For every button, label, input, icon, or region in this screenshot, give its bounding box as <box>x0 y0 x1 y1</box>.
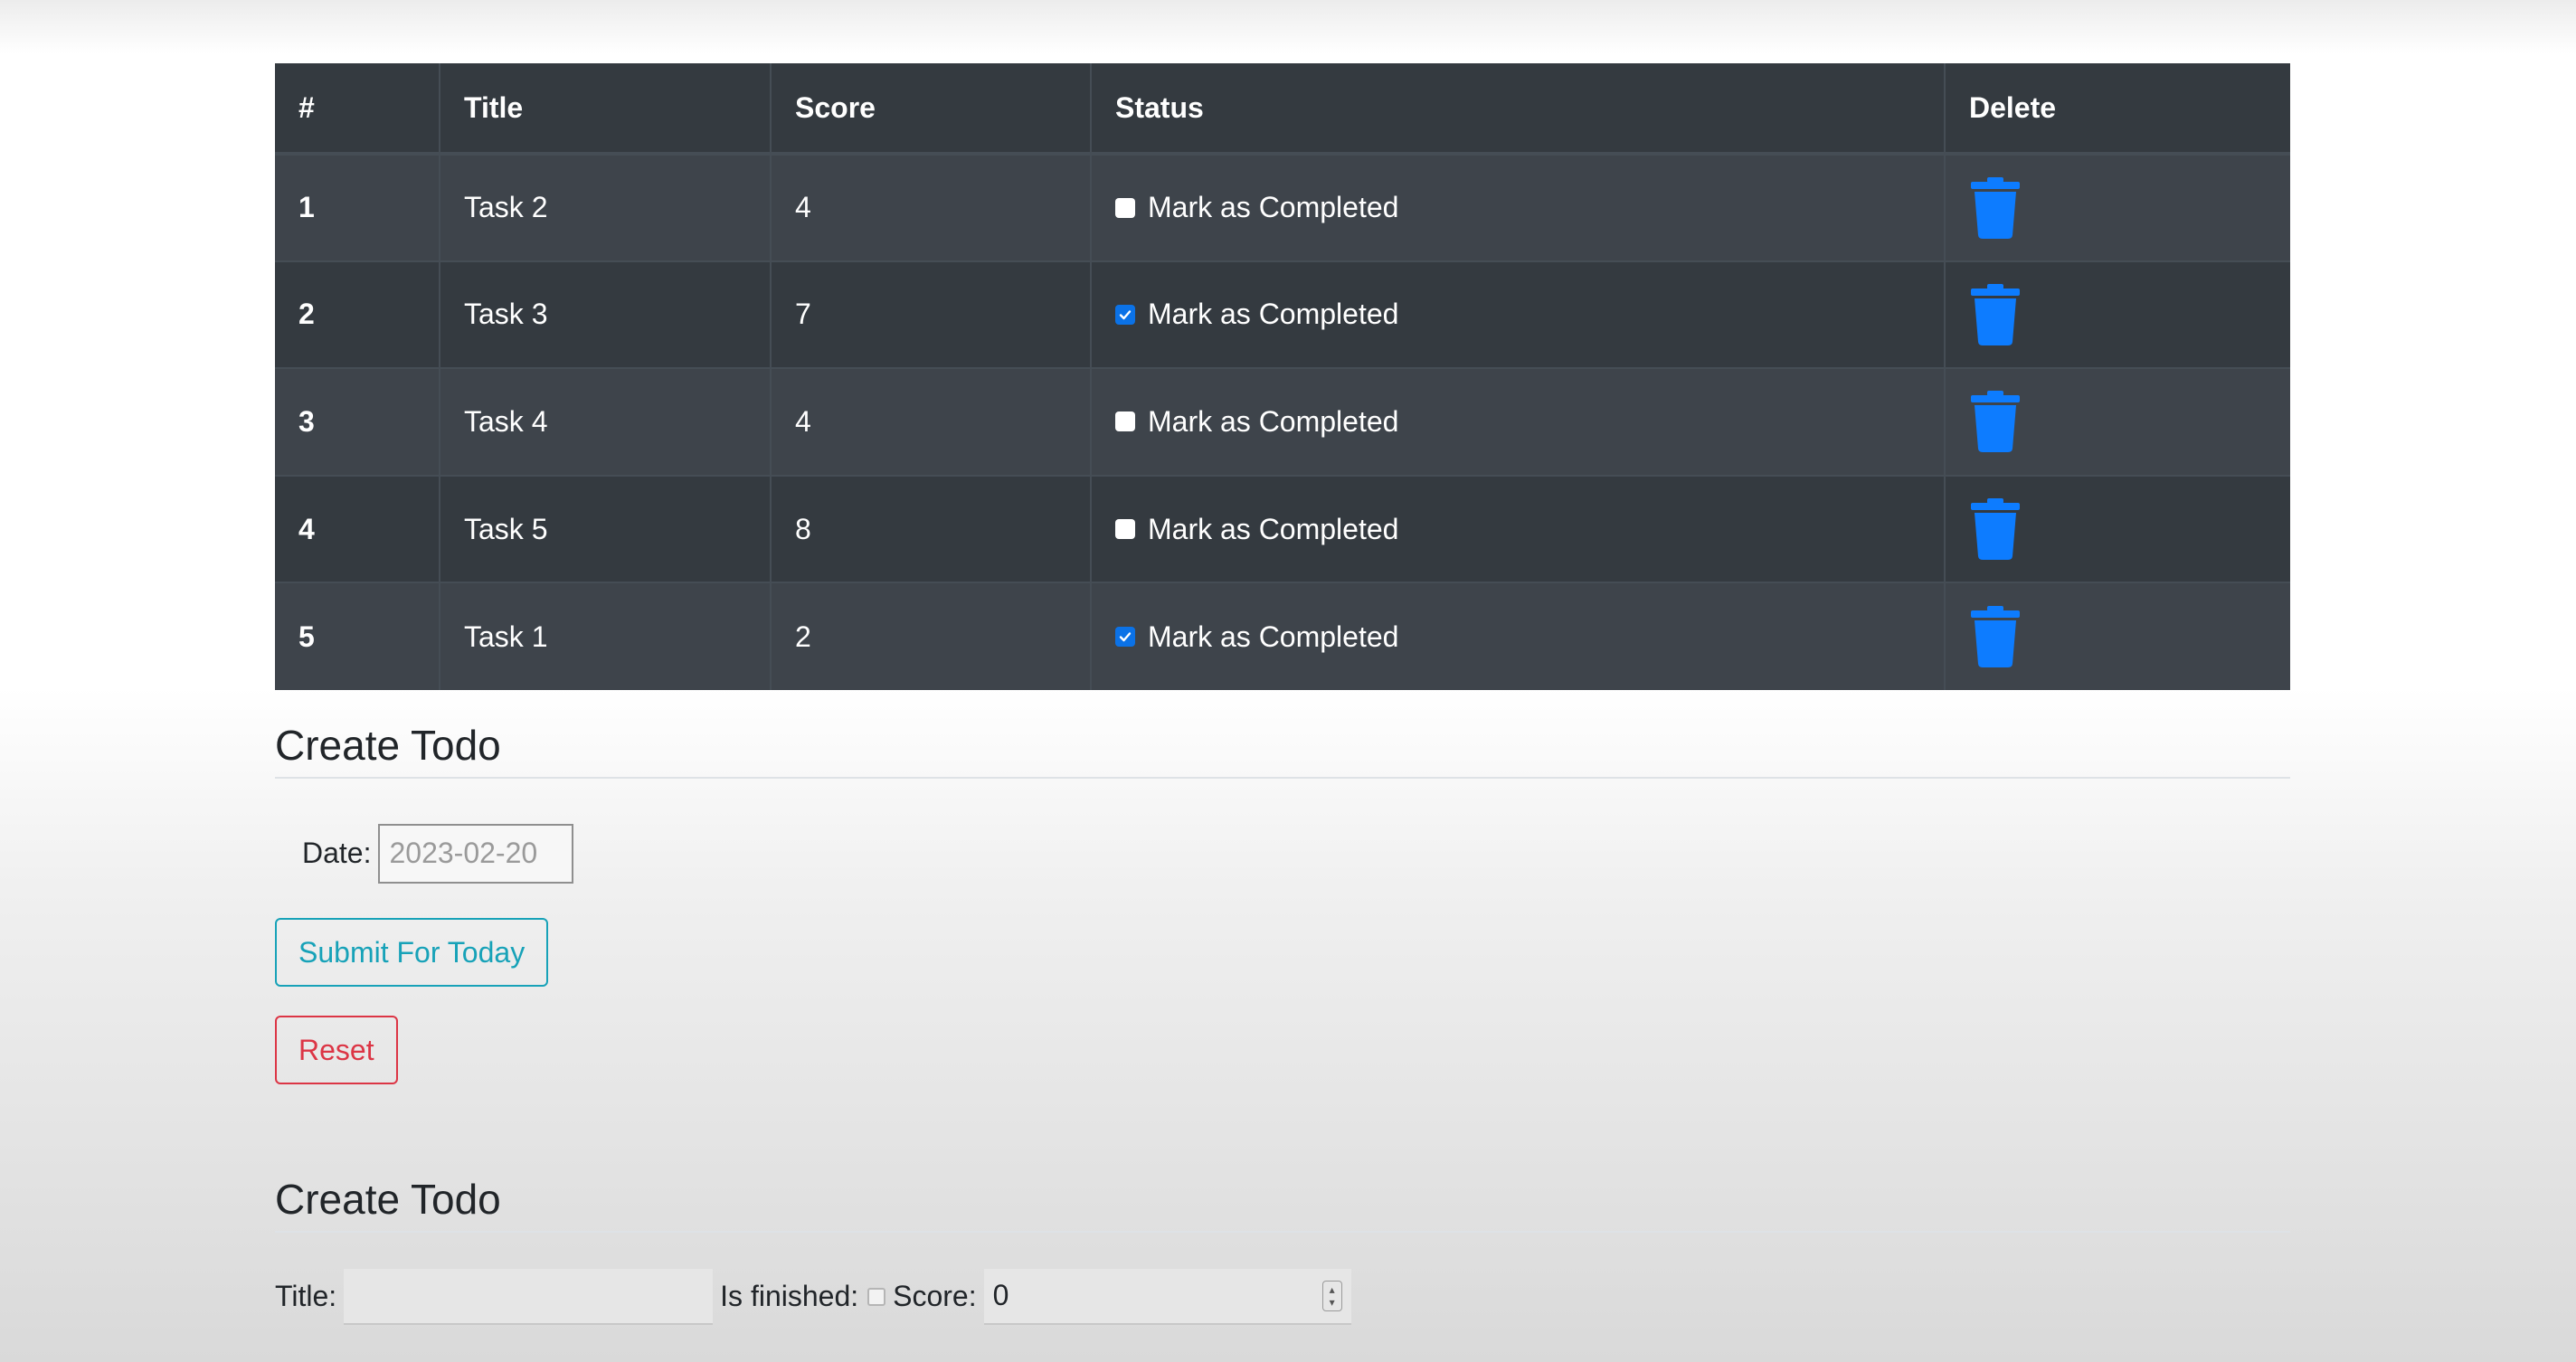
trash-icon[interactable] <box>1969 606 2022 668</box>
row-status: Mark as Completed <box>1090 368 1945 476</box>
title-input[interactable] <box>344 1268 714 1325</box>
row-number: 4 <box>298 512 315 545</box>
row-delete <box>1944 154 2290 261</box>
row-status: Mark as Completed <box>1090 582 1945 690</box>
date-row: Date: 2023-02-20 <box>302 823 2290 884</box>
header-delete: Delete <box>1944 63 2290 156</box>
row-delete <box>1944 368 2290 476</box>
is-finished-label: Is finished: <box>720 1280 859 1313</box>
create-todo-heading: Create Todo <box>275 1175 2290 1233</box>
row-score: 7 <box>770 260 1091 369</box>
header-number: # <box>275 63 440 156</box>
row-delete <box>1944 475 2290 583</box>
completed-checkbox[interactable] <box>1115 304 1135 325</box>
mark-completed-label: Mark as Completed <box>1148 404 1399 438</box>
score-value: 0 <box>992 1279 1009 1312</box>
checkmark-icon <box>1119 632 1132 642</box>
reset-button[interactable]: Reset <box>275 1015 398 1084</box>
title-label: Title: <box>275 1280 337 1313</box>
score-spinner[interactable]: ▴ ▾ <box>1321 1280 1342 1311</box>
mark-completed-label: Mark as Completed <box>1148 620 1399 653</box>
header-score: Score <box>770 63 1091 156</box>
row-score: 8 <box>770 475 1091 583</box>
row-score: 4 <box>770 368 1091 476</box>
row-title: Task 4 <box>439 368 771 476</box>
row-title: Task 1 <box>439 582 771 690</box>
table-row: 1 Task 2 4 Mark as Completed <box>275 154 2290 261</box>
table-row: 5 Task 1 2 Mark as Completed <box>275 582 2290 690</box>
row-status: Mark as Completed <box>1090 260 1945 369</box>
header-title: Title <box>439 63 771 156</box>
row-status: Mark as Completed <box>1090 154 1945 261</box>
row-score: 2 <box>770 582 1091 690</box>
row-number: 5 <box>298 620 315 653</box>
row-number: 3 <box>298 404 315 438</box>
row-title: Task 3 <box>439 260 771 369</box>
score-input[interactable]: 0 ▴ ▾ <box>983 1268 1351 1325</box>
row-delete <box>1944 260 2290 369</box>
row-number: 1 <box>298 191 315 224</box>
is-finished-checkbox[interactable] <box>867 1287 886 1306</box>
table-row: 4 Task 5 8 Mark as Completed <box>275 475 2290 583</box>
trash-icon[interactable] <box>1969 283 2022 345</box>
trash-icon[interactable] <box>1969 498 2022 561</box>
trash-icon[interactable] <box>1969 176 2022 239</box>
submit-for-today-button[interactable]: Submit For Today <box>275 917 549 987</box>
row-delete <box>1944 582 2290 690</box>
completed-checkbox[interactable] <box>1115 519 1135 540</box>
row-number: 2 <box>298 298 315 331</box>
date-input[interactable]: 2023-02-20 <box>378 823 574 884</box>
main-container: # Title Score Status Delete 1 Task 2 4 M… <box>275 63 2290 1325</box>
header-status: Status <box>1090 63 1945 156</box>
completed-checkbox[interactable] <box>1115 411 1135 432</box>
table-row: 2 Task 3 7 Mark as Completed <box>275 260 2290 369</box>
completed-checkbox[interactable] <box>1115 197 1135 218</box>
row-score: 4 <box>770 154 1091 261</box>
mark-completed-label: Mark as Completed <box>1148 191 1399 224</box>
mark-completed-label: Mark as Completed <box>1148 298 1399 331</box>
score-label: Score: <box>893 1280 977 1313</box>
spinner-up-icon[interactable]: ▴ <box>1330 1283 1335 1296</box>
row-title: Task 2 <box>439 154 771 261</box>
row-title: Task 5 <box>439 475 771 583</box>
create-todo-form: Title: Is finished: Score: 0 ▴ ▾ <box>275 1268 2290 1325</box>
table-row: 3 Task 4 4 Mark as Completed <box>275 368 2290 476</box>
date-label: Date: <box>302 837 372 870</box>
spinner-down-icon[interactable]: ▾ <box>1330 1296 1335 1309</box>
row-status: Mark as Completed <box>1090 475 1945 583</box>
create-todo-today-heading: Create Todo <box>275 721 2290 779</box>
completed-checkbox[interactable] <box>1115 627 1135 648</box>
trash-icon[interactable] <box>1969 391 2022 453</box>
table-header-row: # Title Score Status Delete <box>275 63 2290 156</box>
mark-completed-label: Mark as Completed <box>1148 512 1399 545</box>
checkmark-icon <box>1119 310 1132 320</box>
todo-table: # Title Score Status Delete 1 Task 2 4 M… <box>275 63 2290 690</box>
